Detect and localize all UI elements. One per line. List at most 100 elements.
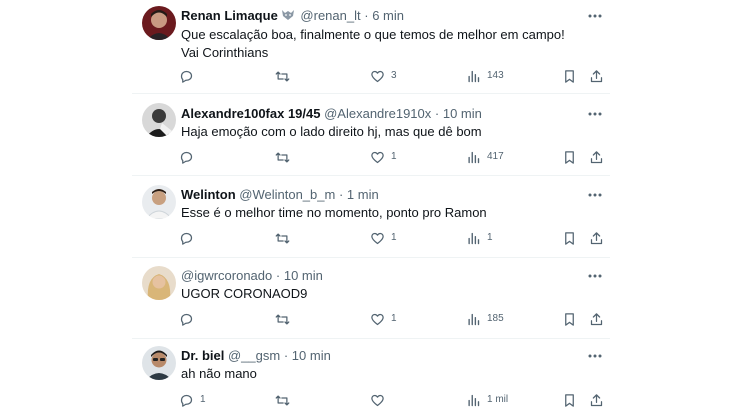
- tweet-actions: 1 1 mil: [179, 391, 604, 409]
- share-button[interactable]: [589, 391, 604, 409]
- separator: ·: [275, 268, 281, 283]
- more-icon[interactable]: [587, 348, 603, 364]
- tweet[interactable]: Alexandre100fax 19/45 @Alexandre1910x · …: [132, 94, 610, 175]
- views-count: 185: [487, 313, 504, 324]
- like-count: 3: [391, 70, 397, 81]
- timestamp[interactable]: 6 min: [372, 8, 404, 23]
- tweet-actions: 1 185: [179, 310, 604, 328]
- views-icon: [468, 70, 480, 82]
- share-button[interactable]: [589, 310, 604, 328]
- views-count: 1 mil: [487, 394, 509, 405]
- separator: ·: [434, 106, 440, 121]
- views-count: 417: [487, 151, 504, 162]
- tweet[interactable]: Renan Limaque @renan_lt · 6 min Que esca…: [132, 0, 610, 92]
- share-button[interactable]: [589, 229, 604, 247]
- avatar[interactable]: [142, 185, 176, 219]
- retweet-button[interactable]: [275, 148, 296, 166]
- views-button[interactable]: 1: [466, 229, 493, 247]
- timestamp[interactable]: 10 min: [284, 268, 323, 283]
- user-handle[interactable]: @__gsm: [228, 348, 280, 363]
- bookmark-button[interactable]: [562, 67, 577, 85]
- more-icon[interactable]: [587, 187, 603, 203]
- bookmark-button[interactable]: [562, 229, 577, 247]
- avatar[interactable]: [142, 103, 176, 137]
- tweet[interactable]: Dr. biel @__gsm · 10 min ah não mano 1 1…: [132, 339, 610, 416]
- timestamp[interactable]: 10 min: [443, 106, 482, 121]
- reply-button[interactable]: [179, 310, 200, 328]
- timestamp[interactable]: 1 min: [347, 187, 379, 202]
- retweet-icon: [275, 233, 290, 243]
- bookmark-icon: [565, 150, 574, 164]
- like-icon: [371, 313, 384, 325]
- retweet-button[interactable]: [275, 67, 296, 85]
- views-button[interactable]: 185: [466, 310, 504, 328]
- avatar[interactable]: [142, 6, 176, 40]
- share-button[interactable]: [589, 67, 604, 85]
- user-handle[interactable]: @renan_lt: [300, 8, 360, 23]
- views-button[interactable]: 143: [466, 67, 504, 85]
- tweet[interactable]: @igwrcoronado · 10 min UGOR CORONAOD9 1: [132, 258, 610, 338]
- views-icon: [468, 151, 480, 163]
- reply-button[interactable]: [179, 229, 200, 247]
- bookmark-button[interactable]: [562, 310, 577, 328]
- wolf-badge-icon: [281, 9, 295, 21]
- more-icon[interactable]: [587, 8, 603, 24]
- user-handle[interactable]: @Welinton_b_m: [239, 187, 335, 202]
- like-button[interactable]: 3: [370, 67, 397, 85]
- timestamp[interactable]: 10 min: [292, 348, 331, 363]
- retweet-button[interactable]: [275, 391, 296, 409]
- separator: ·: [338, 187, 344, 202]
- separator: ·: [283, 348, 289, 363]
- display-name[interactable]: Dr. biel: [181, 348, 224, 363]
- views-button[interactable]: 417: [466, 148, 504, 166]
- display-name[interactable]: Welinton: [181, 187, 236, 202]
- bookmark-icon: [565, 312, 574, 326]
- reply-button[interactable]: [179, 148, 200, 166]
- like-icon: [371, 70, 384, 82]
- tweet-text: Esse é o melhor time no momento, ponto p…: [181, 205, 487, 220]
- retweet-icon: [275, 152, 290, 162]
- like-count: 1: [391, 151, 397, 162]
- reply-icon: [180, 151, 193, 164]
- separator: ·: [364, 8, 369, 23]
- retweet-button[interactable]: [275, 229, 296, 247]
- bookmark-button[interactable]: [562, 391, 577, 409]
- bookmark-button[interactable]: [562, 148, 577, 166]
- like-button[interactable]: 1: [370, 310, 397, 328]
- reply-icon: [180, 394, 193, 407]
- retweet-icon: [275, 395, 290, 405]
- display-name[interactable]: Renan Limaque: [181, 8, 278, 23]
- avatar[interactable]: [142, 266, 176, 300]
- share-button[interactable]: [589, 148, 604, 166]
- reply-icon: [180, 313, 193, 326]
- retweet-button[interactable]: [275, 310, 296, 328]
- tweet[interactable]: Welinton @Welinton_b_m · 1 min Esse é o …: [132, 176, 610, 256]
- views-icon: [468, 394, 480, 406]
- bookmark-icon: [565, 393, 574, 407]
- like-button[interactable]: [370, 391, 391, 409]
- reply-button[interactable]: 1: [179, 391, 206, 409]
- reply-button[interactable]: [179, 67, 200, 85]
- user-handle[interactable]: @igwrcoronado: [181, 268, 272, 283]
- reply-feed: Renan Limaque @renan_lt · 6 min Que esca…: [132, 0, 610, 416]
- share-icon: [590, 312, 603, 325]
- tweet-actions: 1 1: [179, 229, 604, 247]
- tweet-header: Alexandre100fax 19/45 @Alexandre1910x · …: [181, 106, 482, 122]
- retweet-icon: [275, 71, 290, 81]
- display-name[interactable]: Alexandre100fax 19/45: [181, 106, 320, 121]
- more-icon[interactable]: [587, 268, 603, 284]
- tweet-header: Dr. biel @__gsm · 10 min: [181, 348, 331, 364]
- share-icon: [590, 69, 603, 82]
- views-count: 1: [487, 232, 493, 243]
- like-button[interactable]: 1: [370, 148, 397, 166]
- tweet-text: UGOR CORONAOD9: [181, 286, 308, 301]
- tweet-actions: 3 143: [179, 67, 604, 85]
- share-icon: [590, 393, 603, 406]
- tweet-text: Que escalação boa, finalmente o que temo…: [181, 27, 565, 60]
- avatar[interactable]: [142, 346, 176, 380]
- like-button[interactable]: 1: [370, 229, 397, 247]
- user-handle[interactable]: @Alexandre1910x: [324, 106, 431, 121]
- views-button[interactable]: 1 mil: [466, 391, 508, 409]
- more-icon[interactable]: [587, 106, 603, 122]
- like-icon: [371, 151, 384, 163]
